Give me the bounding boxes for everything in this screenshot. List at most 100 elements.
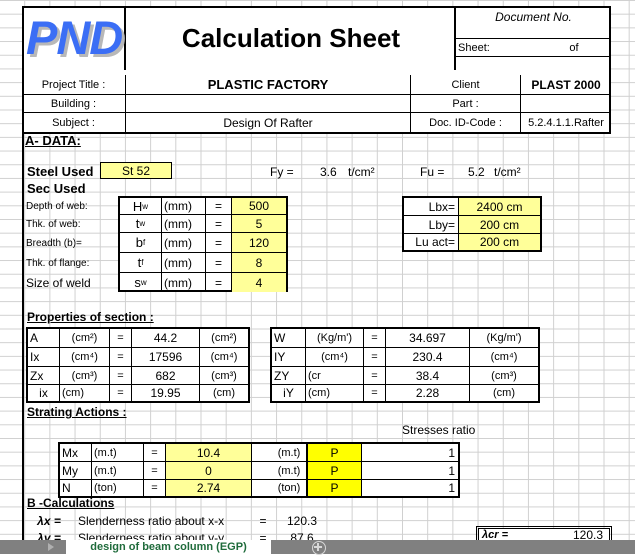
prop-iy-unit: (cm⁴) (306, 348, 364, 367)
fy-value: 3.6 (320, 165, 337, 179)
fu-unit: t/cm² (494, 165, 521, 179)
fu-value: 5.2 (468, 165, 485, 179)
tw-equals: = (206, 215, 232, 233)
stress-ratio-2: 1 (362, 462, 458, 480)
hw-symbol: Hw (120, 198, 162, 215)
hw-equals: = (206, 198, 232, 215)
steel-used-label: Steel Used (27, 164, 94, 179)
prop-a-value: 44.2 (132, 329, 200, 348)
prop-iy-radius-unit: (cm) (306, 385, 364, 401)
hw-sym-sub: w (142, 201, 149, 211)
sheet-value[interactable] (504, 39, 562, 56)
stress-flag-1: P (308, 444, 362, 462)
my-value-input[interactable]: 0 (166, 462, 252, 480)
sheet-of-value[interactable] (586, 39, 611, 56)
bf-sym-sub: f (143, 238, 146, 247)
n-symbol: N (60, 480, 92, 496)
prop-zx-symbol: Zx (28, 367, 60, 385)
prop-iy-radius-unit2: (cm) (493, 387, 515, 399)
add-sheet-icon[interactable] (312, 541, 326, 555)
mx-equals: = (144, 444, 166, 462)
prop-zy-equals: = (364, 367, 386, 385)
prop-ix-unit: (cm⁴) (60, 348, 110, 367)
lu-act-value-input[interactable]: 200 cm (459, 234, 540, 250)
prop-a-symbol: A (28, 329, 60, 348)
my-unit: (m.t) (92, 462, 144, 480)
tf-symbol: tf (120, 253, 162, 273)
prop-iy-radius-equals: = (364, 385, 386, 401)
my-symbol: My (60, 462, 92, 480)
prop-ix-radius-unit: (cm) (60, 385, 110, 401)
prop-zx-value: 682 (132, 367, 200, 385)
prop-iy-unit2: (cm⁴) (470, 348, 538, 367)
prop-iy-value: 230.4 (386, 348, 470, 367)
breadth-label: Breadth (b)= (26, 237, 82, 249)
sheet-left-border (22, 134, 24, 540)
tf-unit: (mm) (162, 253, 206, 273)
pnd-logo: PND (26, 11, 123, 64)
lambda-x-description: Slenderness ratio about x-x (78, 513, 225, 528)
steel-grade-input[interactable]: St 52 (100, 162, 172, 179)
prop-a-unit2: (cm²) (200, 329, 248, 348)
lambda-x-symbol: λx = (37, 513, 61, 528)
mx-value-input[interactable]: 10.4 (166, 444, 252, 462)
data-section-heading: A- DATA: (25, 133, 81, 148)
n-equals: = (144, 480, 166, 496)
subject-value[interactable]: Design Of Rafter (126, 113, 411, 132)
bf-sym-base: b (135, 235, 143, 250)
bf-unit: (mm) (162, 233, 206, 253)
prop-w-value: 34.697 (386, 329, 470, 348)
prop-ix-radius-unit2: (cm) (213, 387, 235, 399)
mx-unit: (m.t) (92, 444, 144, 462)
stress-flag-3: P (308, 480, 362, 496)
hw-unit: (mm) (162, 198, 206, 215)
building-label: Building : (22, 95, 126, 113)
hw-value-input[interactable]: 500 (232, 198, 286, 215)
prop-iy-radius-symbol: iY (272, 385, 306, 401)
prop-ix-radius-equals: = (110, 385, 132, 401)
fu-label: Fu = (420, 165, 445, 179)
calculation-sheet: PND Calculation Sheet Document No. Sheet… (0, 0, 635, 554)
sw-unit: (mm) (162, 273, 206, 292)
tw-sym-sub: w (139, 219, 146, 228)
thk-of-flange-label: Thk. of flange: (26, 257, 90, 269)
properties-heading: Properties of section : (27, 310, 154, 324)
tf-value-input[interactable]: 8 (232, 253, 286, 273)
my-equals: = (144, 462, 166, 480)
doc-id-code-value[interactable]: 5.2.4.1.1.Rafter (521, 113, 611, 132)
page-title: Calculation Sheet (181, 22, 401, 53)
lbx-label: Lbx= (404, 198, 459, 216)
sw-sym-sub: w (140, 278, 147, 287)
prop-iy-radius-value: 2.28 (386, 385, 470, 401)
sheet-tab-active[interactable]: design of beam column (EGP) (66, 540, 271, 554)
part-label: Part : (411, 95, 521, 113)
bf-value-input[interactable]: 120 (232, 233, 286, 253)
n-value-input[interactable]: 2.74 (166, 480, 252, 496)
lbx-value-input[interactable]: 2400 cm (459, 198, 540, 216)
tw-symbol: tw (120, 215, 162, 233)
sw-symbol: sw (120, 273, 162, 292)
client-label: Client (411, 75, 521, 95)
lby-value-input[interactable]: 200 cm (459, 216, 540, 234)
subject-label: Subject : (22, 113, 126, 132)
prop-zy-value: 38.4 (386, 367, 470, 385)
project-title-value[interactable]: PLASTIC FACTORY (126, 75, 411, 95)
lambda-x-value: 120.3 (286, 513, 318, 528)
prop-ix-unit2: (cm⁴) (200, 348, 248, 367)
sw-value-input[interactable]: 4 (232, 273, 286, 292)
prop-zy-symbol: ZY (272, 367, 306, 385)
prop-zx-equals: = (110, 367, 132, 385)
client-value[interactable]: PLAST 2000 (521, 75, 611, 95)
part-value[interactable] (521, 95, 611, 113)
lu-act-label: Lu act= (404, 234, 459, 250)
building-value[interactable] (126, 95, 411, 113)
tw-unit: (mm) (162, 215, 206, 233)
size-of-weld-label: Size of weld (26, 275, 91, 290)
prop-ix-radius-symbol: ix (28, 385, 60, 401)
tw-value-input[interactable]: 5 (232, 215, 286, 233)
tab-scroll-arrow-icon[interactable] (48, 543, 54, 551)
prop-iy-equals: = (364, 348, 386, 367)
prop-w-symbol: W (272, 329, 306, 348)
prop-ix-equals: = (110, 348, 132, 367)
prop-ix-radius-value: 19.95 (132, 385, 200, 401)
